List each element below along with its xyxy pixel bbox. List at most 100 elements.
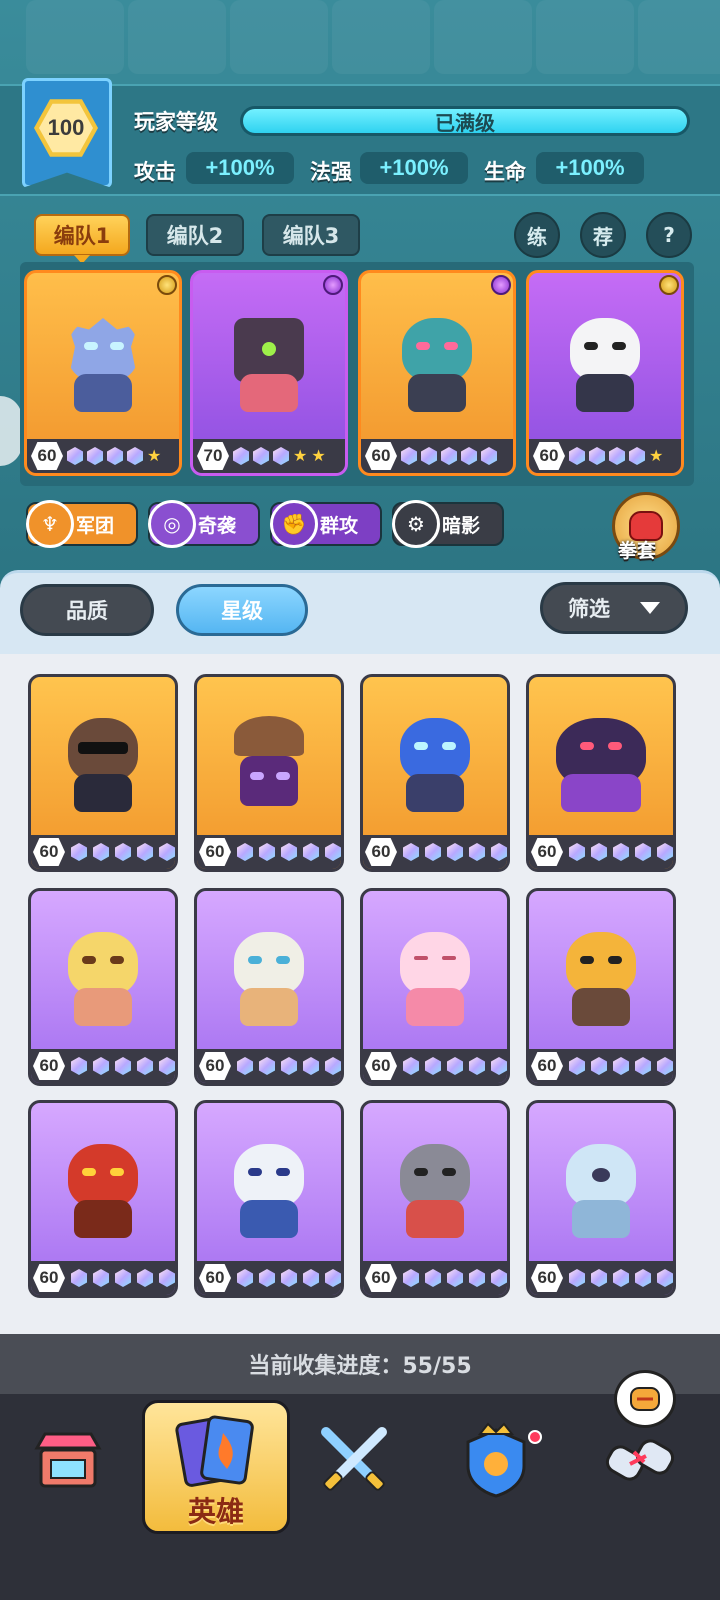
straw-hat-ninja-hero-icon bbox=[197, 677, 341, 835]
chevron-down-icon bbox=[640, 602, 660, 614]
hero-collection-grid: 60 60 60 60 60 60 60 60 60 60 60 60 bbox=[0, 654, 720, 1338]
blonde-fighter-hero-icon bbox=[31, 891, 175, 1049]
recommend-button[interactable]: 荐 bbox=[580, 212, 626, 258]
hero-card-crowned-ghost[interactable]: 60 bbox=[526, 674, 676, 872]
hero-level: 60 bbox=[533, 442, 565, 470]
crown-shield-icon bbox=[466, 1422, 526, 1498]
boxing-glove-icon bbox=[630, 1387, 660, 1411]
hero-level: 60 bbox=[365, 1264, 397, 1292]
hero-level: 60 bbox=[365, 442, 397, 470]
help-button[interactable]: ? bbox=[646, 212, 692, 258]
ice-princess-hero-icon bbox=[197, 891, 341, 1049]
zombie-brute-hero-icon bbox=[361, 273, 513, 439]
hero-card-ice-wolf[interactable]: 60 bbox=[194, 1100, 344, 1298]
hero-level: 60 bbox=[199, 1052, 231, 1080]
lineup-slot-4[interactable]: 60 ★ bbox=[526, 270, 684, 476]
filter-label: 筛选 bbox=[568, 597, 610, 621]
hero-level: 70 bbox=[197, 442, 229, 470]
shop-icon bbox=[34, 1432, 102, 1488]
stat-magic-value: +100% bbox=[360, 152, 468, 184]
stat-magic-label: 法强 bbox=[310, 160, 352, 184]
tab-team-3[interactable]: 编队3 bbox=[262, 214, 360, 256]
filter-dropdown[interactable]: 筛选 bbox=[540, 582, 688, 634]
nav-shop[interactable] bbox=[28, 1420, 108, 1500]
hero-card-blonde-fighter[interactable]: 60 bbox=[28, 888, 178, 1086]
stat-attack-value: +100% bbox=[186, 152, 294, 184]
nav-glove[interactable] bbox=[600, 1420, 680, 1500]
hero-level: 60 bbox=[199, 838, 231, 866]
hero-level: 60 bbox=[33, 1052, 65, 1080]
faction-label: 奇袭 bbox=[198, 514, 237, 537]
hero-level: 60 bbox=[531, 838, 563, 866]
hero-level: 60 bbox=[33, 1264, 65, 1292]
hero-card-cupcake-girl[interactable]: 60 bbox=[360, 888, 510, 1086]
sort-quality-button[interactable]: 品质 bbox=[20, 584, 154, 636]
trident-icon: ♆ bbox=[26, 500, 74, 548]
stat-hp-label: 生命 bbox=[484, 160, 526, 184]
hero-level: 60 bbox=[33, 838, 65, 866]
sort-star-button[interactable]: 星级 bbox=[176, 584, 308, 636]
faction-shadow[interactable]: ⚙ 暗影 bbox=[392, 500, 504, 548]
hero-card-spartan-warrior[interactable]: 60 bbox=[526, 888, 676, 1086]
viking-dwarf-hero-icon bbox=[363, 1103, 507, 1261]
hero-level: 60 bbox=[199, 1264, 231, 1292]
faction-aoe[interactable]: ✊ 群攻 bbox=[270, 500, 382, 548]
gear-icon: ⚙ bbox=[392, 500, 440, 548]
hero-card-sheriff-ape[interactable]: 60 bbox=[28, 674, 178, 872]
hero-level: 60 bbox=[365, 1052, 397, 1080]
ice-wolf-hero-icon bbox=[197, 1103, 341, 1261]
quality-gem-icon bbox=[323, 275, 343, 295]
quality-gem-icon bbox=[491, 275, 511, 295]
train-button[interactable]: 练 bbox=[514, 212, 560, 258]
side-drawer-tab[interactable] bbox=[0, 396, 22, 466]
cyclops-yeti-hero-icon bbox=[529, 1103, 673, 1261]
sheriff-ape-hero-icon bbox=[31, 677, 175, 835]
stat-attack-label: 攻击 bbox=[134, 160, 176, 184]
collection-progress: 当前收集进度：55/55 bbox=[0, 1334, 720, 1394]
cupcake-girl-hero-icon bbox=[363, 891, 507, 1049]
hero-level: 60 bbox=[531, 1264, 563, 1292]
demon-chest-hero-icon bbox=[193, 273, 345, 439]
hero-cards-icon bbox=[175, 1415, 254, 1487]
quality-gem-icon bbox=[659, 275, 679, 295]
hero-level: 60 bbox=[365, 838, 397, 866]
faction-label: 群攻 bbox=[320, 514, 359, 537]
hero-card-fire-bull[interactable]: 60 bbox=[28, 1100, 178, 1298]
fire-bull-hero-icon bbox=[31, 1103, 175, 1261]
tab-team-2[interactable]: 编队2 bbox=[146, 214, 244, 256]
blue-flame-spirit-hero-icon bbox=[363, 677, 507, 835]
spartan-warrior-hero-icon bbox=[529, 891, 673, 1049]
glove-label: 拳套 bbox=[618, 540, 657, 562]
quality-gem-icon bbox=[157, 275, 177, 295]
faction-legion[interactable]: ♆ 军团 bbox=[26, 500, 138, 548]
swirl-icon: ◎ bbox=[148, 500, 196, 548]
stat-hp-value: +100% bbox=[536, 152, 644, 184]
lineup-slot-3[interactable]: 60 bbox=[358, 270, 516, 476]
level-status: 已满级 bbox=[243, 109, 687, 135]
faction-raid[interactable]: ◎ 奇袭 bbox=[148, 500, 260, 548]
lineup-slot-2[interactable]: 70 ★ ★ bbox=[190, 270, 348, 476]
fist-bump-icon bbox=[605, 1439, 675, 1481]
nav-guild[interactable] bbox=[456, 1420, 536, 1500]
crowned-ghost-hero-icon bbox=[529, 677, 673, 835]
crossed-swords-icon bbox=[321, 1427, 387, 1491]
ice-knight-hero-icon bbox=[27, 273, 179, 439]
player-level-label: 玩家等级 bbox=[134, 110, 218, 134]
level-progress-bar: 已满级 bbox=[240, 106, 690, 136]
hero-level: 60 bbox=[531, 1052, 563, 1080]
hero-card-straw-hat-ninja[interactable]: 60 bbox=[194, 674, 344, 872]
tab-team-1[interactable]: 编队1 bbox=[34, 214, 130, 256]
panda-hero-icon bbox=[529, 273, 681, 439]
star-icon: ★ bbox=[649, 446, 664, 465]
hero-card-viking-dwarf[interactable]: 60 bbox=[360, 1100, 510, 1298]
nav-heroes-label: 英雄 bbox=[187, 1495, 244, 1528]
nav-battle[interactable] bbox=[314, 1420, 394, 1500]
hero-card-blue-flame-spirit[interactable]: 60 bbox=[360, 674, 510, 872]
lineup-slot-1[interactable]: 60 ★ bbox=[24, 270, 182, 476]
player-level-value: 100 bbox=[39, 103, 93, 153]
notification-dot bbox=[528, 1430, 542, 1444]
hero-card-cyclops-yeti[interactable]: 60 bbox=[526, 1100, 676, 1298]
faction-label: 军团 bbox=[76, 514, 115, 537]
hero-card-ice-princess[interactable]: 60 bbox=[194, 888, 344, 1086]
faction-label: 暗影 bbox=[442, 514, 481, 537]
